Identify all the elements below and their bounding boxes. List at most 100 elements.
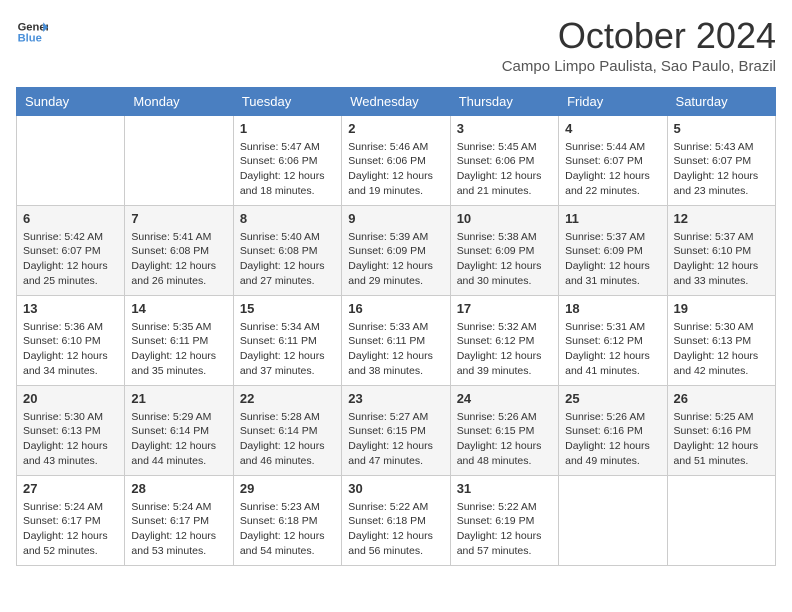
calendar-cell: 20 Sunrise: 5:30 AM Sunset: 6:13 PM Dayli…: [17, 385, 125, 475]
day-number: 19: [674, 300, 769, 318]
calendar-cell: 21 Sunrise: 5:29 AM Sunset: 6:14 PM Dayli…: [125, 385, 233, 475]
logo-icon: General Blue: [16, 16, 48, 48]
day-number: 4: [565, 120, 660, 138]
day-number: 9: [348, 210, 443, 228]
calendar-cell: 9 Sunrise: 5:39 AM Sunset: 6:09 PM Daylig…: [342, 205, 450, 295]
page-header: General Blue October 2024 Campo Limpo Pa…: [16, 16, 776, 75]
day-number: 26: [674, 390, 769, 408]
calendar-cell: 27 Sunrise: 5:24 AM Sunset: 6:17 PM Dayli…: [17, 475, 125, 565]
month-title: October 2024: [502, 16, 776, 56]
calendar-cell: 8Sunrise: 5:40 AM Sunset: 6:08 PM Daylig…: [233, 205, 341, 295]
cell-info: Sunrise: 5:22 AM Sunset: 6:19 PM Dayligh…: [457, 500, 552, 559]
day-number: 31: [457, 480, 552, 498]
cell-info: Sunrise: 5:39 AM Sunset: 6:09 PM Dayligh…: [348, 230, 443, 289]
day-number: 20: [23, 390, 118, 408]
col-header-monday: Monday: [125, 87, 233, 115]
day-number: 1: [240, 120, 335, 138]
cell-info: Sunrise: 5:30 AM Sunset: 6:13 PM Dayligh…: [23, 410, 118, 469]
cell-info: Sunrise: 5:30 AM Sunset: 6:13 PM Dayligh…: [674, 320, 769, 379]
cell-info: Sunrise: 5:24 AM Sunset: 6:17 PM Dayligh…: [131, 500, 226, 559]
calendar-cell: 18 Sunrise: 5:31 AM Sunset: 6:12 PM Dayli…: [559, 295, 667, 385]
day-number: 14: [131, 300, 226, 318]
calendar-cell: 31 Sunrise: 5:22 AM Sunset: 6:19 PM Dayli…: [450, 475, 558, 565]
calendar-cell: 14 Sunrise: 5:35 AM Sunset: 6:11 PM Dayli…: [125, 295, 233, 385]
calendar-cell: 19 Sunrise: 5:30 AM Sunset: 6:13 PM Dayli…: [667, 295, 775, 385]
day-number: 18: [565, 300, 660, 318]
week-row-5: 27 Sunrise: 5:24 AM Sunset: 6:17 PM Dayli…: [17, 475, 776, 565]
calendar-cell: 12 Sunrise: 5:37 AM Sunset: 6:10 PM Dayli…: [667, 205, 775, 295]
calendar-cell: 28Sunrise: 5:24 AM Sunset: 6:17 PM Dayli…: [125, 475, 233, 565]
calendar-cell: 17 Sunrise: 5:32 AM Sunset: 6:12 PM Dayli…: [450, 295, 558, 385]
day-number: 21: [131, 390, 226, 408]
header-row: SundayMondayTuesdayWednesdayThursdayFrid…: [17, 87, 776, 115]
cell-info: Sunrise: 5:45 AM Sunset: 6:06 PM Dayligh…: [457, 140, 552, 199]
cell-info: Sunrise: 5:28 AM Sunset: 6:14 PM Dayligh…: [240, 410, 335, 469]
cell-info: Sunrise: 5:31 AM Sunset: 6:12 PM Dayligh…: [565, 320, 660, 379]
calendar-cell: 1 Sunrise: 5:47 AM Sunset: 6:06 PM Daylig…: [233, 115, 341, 205]
calendar-cell: 3 Sunrise: 5:45 AM Sunset: 6:06 PM Daylig…: [450, 115, 558, 205]
col-header-tuesday: Tuesday: [233, 87, 341, 115]
location-title: Campo Limpo Paulista, Sao Paulo, Brazil: [502, 58, 776, 75]
calendar-cell: 10Sunrise: 5:38 AM Sunset: 6:09 PM Dayli…: [450, 205, 558, 295]
col-header-saturday: Saturday: [667, 87, 775, 115]
cell-info: Sunrise: 5:41 AM Sunset: 6:08 PM Dayligh…: [131, 230, 226, 289]
col-header-sunday: Sunday: [17, 87, 125, 115]
day-number: 8: [240, 210, 335, 228]
day-number: 23: [348, 390, 443, 408]
cell-info: Sunrise: 5:24 AM Sunset: 6:17 PM Dayligh…: [23, 500, 118, 559]
calendar-cell: [17, 115, 125, 205]
cell-info: Sunrise: 5:42 AM Sunset: 6:07 PM Dayligh…: [23, 230, 118, 289]
cell-info: Sunrise: 5:33 AM Sunset: 6:11 PM Dayligh…: [348, 320, 443, 379]
cell-info: Sunrise: 5:37 AM Sunset: 6:10 PM Dayligh…: [674, 230, 769, 289]
calendar-table: SundayMondayTuesdayWednesdayThursdayFrid…: [16, 87, 776, 566]
week-row-3: 13Sunrise: 5:36 AM Sunset: 6:10 PM Dayli…: [17, 295, 776, 385]
cell-info: Sunrise: 5:26 AM Sunset: 6:15 PM Dayligh…: [457, 410, 552, 469]
day-number: 5: [674, 120, 769, 138]
calendar-cell: 29 Sunrise: 5:23 AM Sunset: 6:18 PM Dayli…: [233, 475, 341, 565]
week-row-4: 20 Sunrise: 5:30 AM Sunset: 6:13 PM Dayli…: [17, 385, 776, 475]
cell-info: Sunrise: 5:36 AM Sunset: 6:10 PM Dayligh…: [23, 320, 118, 379]
cell-info: Sunrise: 5:32 AM Sunset: 6:12 PM Dayligh…: [457, 320, 552, 379]
cell-info: Sunrise: 5:22 AM Sunset: 6:18 PM Dayligh…: [348, 500, 443, 559]
calendar-cell: 11Sunrise: 5:37 AM Sunset: 6:09 PM Dayli…: [559, 205, 667, 295]
calendar-cell: 16 Sunrise: 5:33 AM Sunset: 6:11 PM Dayli…: [342, 295, 450, 385]
calendar-cell: 2Sunrise: 5:46 AM Sunset: 6:06 PM Daylig…: [342, 115, 450, 205]
calendar-cell: 13Sunrise: 5:36 AM Sunset: 6:10 PM Dayli…: [17, 295, 125, 385]
calendar-cell: 25 Sunrise: 5:26 AM Sunset: 6:16 PM Dayli…: [559, 385, 667, 475]
calendar-cell: 6 Sunrise: 5:42 AM Sunset: 6:07 PM Daylig…: [17, 205, 125, 295]
calendar-cell: 4 Sunrise: 5:44 AM Sunset: 6:07 PM Daylig…: [559, 115, 667, 205]
calendar-cell: 26Sunrise: 5:25 AM Sunset: 6:16 PM Dayli…: [667, 385, 775, 475]
svg-text:Blue: Blue: [18, 33, 42, 45]
day-number: 30: [348, 480, 443, 498]
day-number: 25: [565, 390, 660, 408]
title-block: October 2024 Campo Limpo Paulista, Sao P…: [502, 16, 776, 75]
cell-info: Sunrise: 5:23 AM Sunset: 6:18 PM Dayligh…: [240, 500, 335, 559]
cell-info: Sunrise: 5:38 AM Sunset: 6:09 PM Dayligh…: [457, 230, 552, 289]
cell-info: Sunrise: 5:27 AM Sunset: 6:15 PM Dayligh…: [348, 410, 443, 469]
day-number: 3: [457, 120, 552, 138]
col-header-thursday: Thursday: [450, 87, 558, 115]
calendar-cell: [667, 475, 775, 565]
day-number: 2: [348, 120, 443, 138]
day-number: 27: [23, 480, 118, 498]
cell-info: Sunrise: 5:44 AM Sunset: 6:07 PM Dayligh…: [565, 140, 660, 199]
calendar-cell: 30 Sunrise: 5:22 AM Sunset: 6:18 PM Dayli…: [342, 475, 450, 565]
day-number: 12: [674, 210, 769, 228]
cell-info: Sunrise: 5:26 AM Sunset: 6:16 PM Dayligh…: [565, 410, 660, 469]
cell-info: Sunrise: 5:47 AM Sunset: 6:06 PM Dayligh…: [240, 140, 335, 199]
calendar-cell: [559, 475, 667, 565]
calendar-cell: [125, 115, 233, 205]
day-number: 15: [240, 300, 335, 318]
day-number: 16: [348, 300, 443, 318]
cell-info: Sunrise: 5:29 AM Sunset: 6:14 PM Dayligh…: [131, 410, 226, 469]
calendar-cell: 22 Sunrise: 5:28 AM Sunset: 6:14 PM Dayli…: [233, 385, 341, 475]
day-number: 17: [457, 300, 552, 318]
day-number: 6: [23, 210, 118, 228]
calendar-cell: 7Sunrise: 5:41 AM Sunset: 6:08 PM Daylig…: [125, 205, 233, 295]
cell-info: Sunrise: 5:35 AM Sunset: 6:11 PM Dayligh…: [131, 320, 226, 379]
calendar-cell: 24Sunrise: 5:26 AM Sunset: 6:15 PM Dayli…: [450, 385, 558, 475]
day-number: 11: [565, 210, 660, 228]
day-number: 22: [240, 390, 335, 408]
calendar-cell: 5Sunrise: 5:43 AM Sunset: 6:07 PM Daylig…: [667, 115, 775, 205]
day-number: 29: [240, 480, 335, 498]
